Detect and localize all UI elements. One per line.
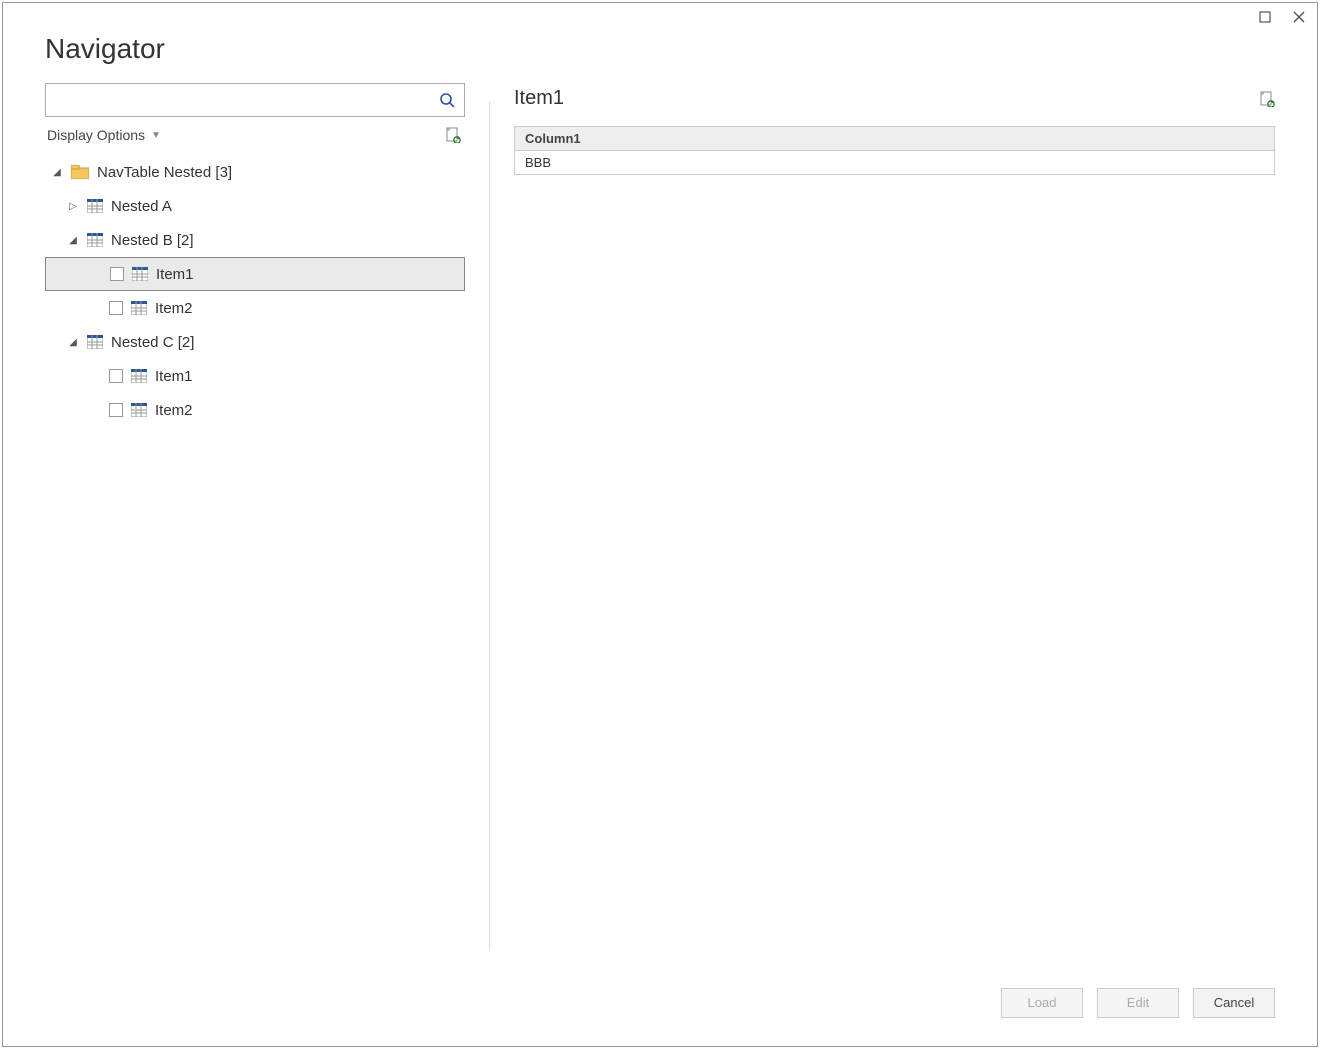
table-icon — [131, 369, 147, 383]
dialog-footer: Load Edit Cancel — [3, 968, 1317, 1046]
checkbox[interactable] — [109, 403, 123, 417]
display-options-label: Display Options — [47, 127, 145, 143]
expand-icon[interactable]: ▷ — [67, 200, 79, 212]
tree-label: Item1 — [156, 266, 194, 283]
tree-leaf-item2-c[interactable]: Item2 — [45, 393, 465, 427]
toggle-spacer — [89, 302, 101, 314]
collapse-icon[interactable]: ◢ — [67, 336, 79, 348]
cancel-button[interactable]: Cancel — [1193, 988, 1275, 1018]
table-icon — [132, 267, 148, 281]
table-icon — [87, 335, 103, 349]
preview-panel: Item1 Column1 BBB — [514, 83, 1275, 968]
collapse-icon[interactable]: ◢ — [67, 234, 79, 246]
edit-button[interactable]: Edit — [1097, 988, 1179, 1018]
table-icon — [87, 233, 103, 247]
tree-node-nested-c[interactable]: ◢ Nested C [2] — [45, 325, 465, 359]
tree-label: Nested B [2] — [111, 232, 194, 249]
checkbox[interactable] — [109, 301, 123, 315]
folder-icon — [71, 165, 89, 179]
table-icon — [87, 199, 103, 213]
tree-label: Nested A — [111, 198, 172, 215]
search-icon[interactable] — [438, 91, 456, 109]
refresh-preview-icon[interactable] — [1259, 91, 1275, 107]
tree-leaf-item2[interactable]: Item2 — [45, 291, 465, 325]
left-panel: Display Options ▼ ◢ NavTable Nested [3] … — [45, 83, 465, 968]
maximize-button[interactable] — [1257, 9, 1273, 25]
tree-leaf-item1[interactable]: Item1 — [45, 257, 465, 291]
table-icon — [131, 403, 147, 417]
toggle-spacer — [89, 370, 101, 382]
close-button[interactable] — [1291, 9, 1307, 25]
preview-title: Item1 — [514, 87, 564, 110]
preview-table: Column1 BBB — [514, 126, 1275, 175]
table-row[interactable]: BBB — [515, 151, 1275, 175]
column-header[interactable]: Column1 — [515, 127, 1275, 151]
search-box[interactable] — [45, 83, 465, 117]
checkbox[interactable] — [109, 369, 123, 383]
tree-label: Item2 — [155, 402, 193, 419]
toggle-spacer — [89, 404, 101, 416]
tree-label: NavTable Nested [3] — [97, 164, 232, 181]
search-input[interactable] — [54, 92, 438, 108]
tree-node-nested-b[interactable]: ◢ Nested B [2] — [45, 223, 465, 257]
tree-node-nested-a[interactable]: ▷ Nested A — [45, 189, 465, 223]
toolbar-row: Display Options ▼ — [45, 117, 465, 149]
display-options-dropdown[interactable]: Display Options ▼ — [47, 127, 161, 143]
tree-label: Item1 — [155, 368, 193, 385]
tree-root[interactable]: ◢ NavTable Nested [3] — [45, 155, 465, 189]
navigator-dialog: Navigator Display Options ▼ — [2, 2, 1318, 1047]
tree-label: Nested C [2] — [111, 334, 194, 351]
titlebar — [3, 3, 1317, 25]
vertical-divider — [489, 101, 490, 950]
load-button[interactable]: Load — [1001, 988, 1083, 1018]
table-cell: BBB — [515, 151, 1275, 175]
refresh-icon[interactable] — [445, 127, 461, 143]
chevron-down-icon: ▼ — [151, 130, 161, 141]
tree-label: Item2 — [155, 300, 193, 317]
navigation-tree: ◢ NavTable Nested [3] ▷ Nested A ◢ — [45, 155, 465, 427]
table-icon — [131, 301, 147, 315]
preview-header: Item1 — [514, 83, 1275, 126]
tree-leaf-item1-c[interactable]: Item1 — [45, 359, 465, 393]
dialog-body: Display Options ▼ ◢ NavTable Nested [3] … — [3, 83, 1317, 968]
dialog-header: Navigator — [3, 25, 1317, 83]
dialog-title: Navigator — [45, 33, 1275, 65]
checkbox[interactable] — [110, 267, 124, 281]
toggle-spacer — [90, 268, 102, 280]
collapse-icon[interactable]: ◢ — [51, 166, 63, 178]
